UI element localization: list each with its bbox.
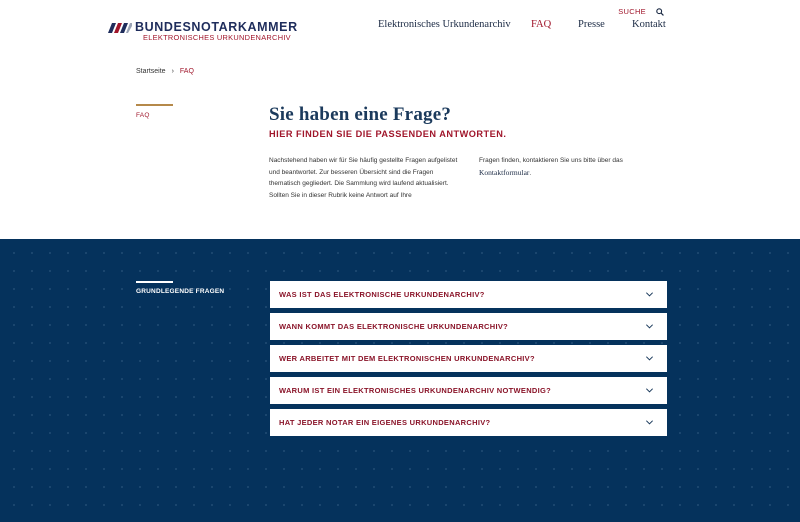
chevron-down-icon (645, 324, 654, 329)
faq-item[interactable]: WANN KOMMT DAS ELEKTRONISCHE URKUNDENARC… (270, 313, 667, 340)
nav-item-presse[interactable]: Presse (578, 19, 605, 30)
contact-form-link[interactable]: Kontaktformular (479, 168, 529, 177)
intro-text-col2-body: Fragen finden, kontaktieren Sie uns bitt… (479, 157, 623, 164)
faq-question: HAT JEDER NOTAR EIN EIGENES URKUNDENARCH… (279, 418, 491, 427)
search-link[interactable]: SUCHE (618, 7, 646, 16)
faq-category-label: GRUNDLEGENDE FRAGEN (136, 288, 225, 295)
chevron-down-icon (645, 388, 654, 393)
intro-text-col2-end: . (529, 169, 532, 177)
breadcrumb-current: FAQ (179, 68, 194, 75)
faq-divider (136, 281, 173, 283)
intro-text-col1: Nachstehend haben wir für Sie häufig ges… (269, 157, 458, 199)
chevron-down-icon (645, 356, 654, 361)
faq-question: WANN KOMMT DAS ELEKTRONISCHE URKUNDENARC… (279, 322, 509, 331)
faq-item[interactable]: WAS IST DAS ELEKTRONISCHE URKUNDENARCHIV… (270, 281, 667, 308)
page-subtitle: HIER FINDEN SIE DIE PASSENDEN ANTWORTEN. (269, 129, 507, 139)
breadcrumb-separator: › (171, 68, 174, 75)
logo-stripes-icon (108, 23, 132, 33)
breadcrumb: Startseite › FAQ (136, 68, 194, 75)
intro-text-col2: Fragen finden, kontaktieren Sie uns bitt… (479, 155, 669, 179)
search-icon[interactable] (656, 7, 664, 16)
chevron-down-icon (645, 420, 654, 425)
logo-subtitle: ELEKTRONISCHES URKUNDENARCHIV (143, 33, 291, 42)
utility-bar: SUCHE (618, 7, 664, 16)
chevron-down-icon (645, 292, 654, 297)
nav-item-urkundenarchiv[interactable]: Elektronisches Urkundenarchiv (378, 19, 511, 30)
faq-question: WER ARBEITET MIT DEM ELEKTRONISCHEN URKU… (279, 354, 535, 363)
faq-item[interactable]: WARUM IST EIN ELEKTRONISCHES URKUNDENARC… (270, 377, 667, 404)
faq-item[interactable]: HAT JEDER NOTAR EIN EIGENES URKUNDENARCH… (270, 409, 667, 436)
site-header: BUNDESNOTARKAMMER ELEKTRONISCHES URKUNDE… (0, 0, 800, 60)
logo-title: BUNDESNOTARKAMMER (135, 20, 298, 34)
faq-item[interactable]: WER ARBEITET MIT DEM ELEKTRONISCHEN URKU… (270, 345, 667, 372)
nav-item-faq[interactable]: FAQ (531, 19, 551, 30)
faq-accordion: WAS IST DAS ELEKTRONISCHE URKUNDENARCHIV… (270, 281, 667, 441)
logo[interactable]: BUNDESNOTARKAMMER ELEKTRONISCHES URKUNDE… (108, 20, 297, 44)
nav-item-kontakt[interactable]: Kontakt (632, 19, 666, 30)
page-title: Sie haben eine Frage? (269, 104, 452, 125)
faq-section: GRUNDLEGENDE FRAGEN WAS IST DAS ELEKTRON… (0, 239, 800, 522)
faq-question: WAS IST DAS ELEKTRONISCHE URKUNDENARCHIV… (279, 290, 485, 299)
side-label: FAQ (136, 112, 150, 119)
breadcrumb-home[interactable]: Startseite (136, 68, 166, 75)
side-divider (136, 104, 173, 106)
faq-question: WARUM IST EIN ELEKTRONISCHES URKUNDENARC… (279, 386, 552, 395)
